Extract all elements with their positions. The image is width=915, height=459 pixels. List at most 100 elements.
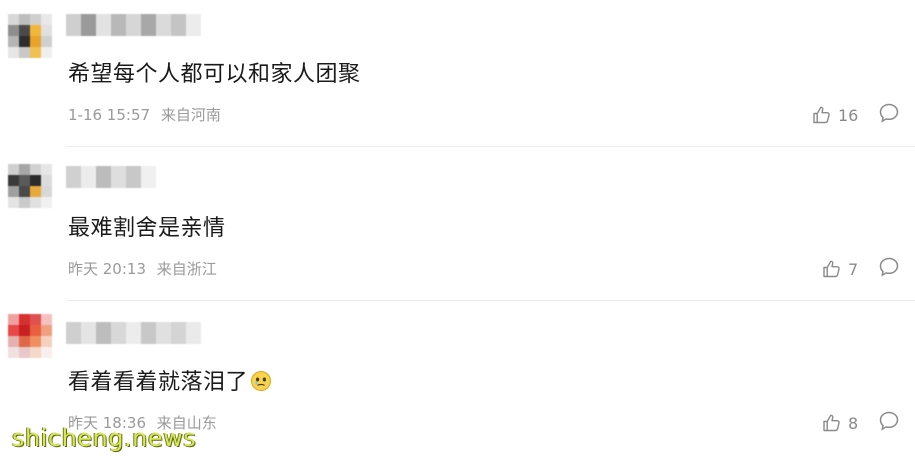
avatar-pixel	[19, 336, 30, 347]
avatar-pixel	[41, 25, 52, 36]
username-pixel	[66, 166, 81, 188]
avatar-pixel	[41, 47, 52, 58]
username-pixel	[171, 14, 186, 36]
username-pixel	[111, 166, 126, 188]
username-pixel	[111, 322, 126, 344]
avatar[interactable]	[8, 14, 52, 58]
username-pixel	[66, 322, 81, 344]
comment-bubble-icon[interactable]	[878, 102, 900, 124]
comment-text: 希望每个人都可以和家人团聚	[68, 62, 361, 87]
avatar-pixel	[8, 25, 19, 36]
comment-text-content: 看着看着就落泪了	[68, 370, 249, 395]
avatar-pixel	[19, 186, 30, 197]
avatar-pixel	[41, 197, 52, 208]
comment-bubble-icon[interactable]	[878, 256, 900, 278]
username-blurred[interactable]	[66, 166, 156, 188]
watermark: shicheng.news	[12, 424, 197, 452]
comment-item: 希望每个人都可以和家人团聚 1-16 15:57 来自河南 16	[0, 0, 915, 150]
avatar-pixel	[41, 336, 52, 347]
like-button[interactable]: 16	[812, 104, 858, 126]
username-blurred[interactable]	[66, 14, 201, 36]
avatar-pixel	[8, 36, 19, 47]
avatar[interactable]	[8, 164, 52, 208]
username-pixel	[81, 166, 96, 188]
avatar-pixel	[19, 164, 30, 175]
comment-meta: 昨天 20:13 来自浙江	[68, 258, 223, 279]
thumbs-up-icon	[823, 260, 840, 278]
avatar-pixel	[8, 314, 19, 325]
avatar-pixel	[19, 25, 30, 36]
username-pixel	[96, 14, 111, 36]
username-pixel	[141, 322, 156, 344]
username-blurred[interactable]	[66, 322, 201, 344]
avatar-pixel	[41, 36, 52, 47]
username-pixel	[126, 14, 141, 36]
avatar-pixel	[41, 325, 52, 336]
like-count: 16	[838, 105, 859, 125]
avatar-pixel	[30, 197, 41, 208]
username-pixel	[156, 322, 171, 344]
comment-date: 1-16 15:57	[68, 106, 151, 124]
avatar-pixel	[30, 25, 41, 36]
avatar-pixel	[19, 14, 30, 25]
avatar-pixel	[30, 336, 41, 347]
comment-meta: 1-16 15:57 来自河南	[68, 104, 227, 125]
avatar-pixel	[30, 347, 41, 358]
username-pixel	[186, 322, 201, 344]
avatar-pixel	[8, 164, 19, 175]
avatar-pixel	[41, 175, 52, 186]
avatar-pixel	[41, 14, 52, 25]
username-pixel	[81, 322, 96, 344]
comment-bubble-icon[interactable]	[878, 410, 900, 432]
comment-location: 来自浙江	[156, 260, 217, 278]
like-count: 8	[848, 413, 859, 433]
avatar-pixel	[41, 347, 52, 358]
avatar-pixel	[30, 175, 41, 186]
username-pixel	[141, 14, 156, 36]
comment-text: 最难割舍是亲情	[68, 216, 226, 241]
avatar-pixel	[19, 197, 30, 208]
avatar-pixel	[30, 47, 41, 58]
avatar-pixel	[8, 347, 19, 358]
username-pixel	[126, 166, 141, 188]
avatar-pixel	[19, 325, 30, 336]
username-pixel	[126, 322, 141, 344]
avatar-pixel	[30, 164, 41, 175]
avatar-pixel	[8, 197, 19, 208]
username-pixel	[141, 166, 156, 188]
avatar-pixel	[41, 314, 52, 325]
avatar-pixel	[8, 14, 19, 25]
avatar-pixel	[19, 347, 30, 358]
avatar-pixel	[19, 175, 30, 186]
like-button[interactable]: 8	[822, 412, 858, 434]
avatar-pixel	[30, 14, 41, 25]
username-pixel	[81, 14, 96, 36]
like-button[interactable]: 7	[822, 258, 858, 280]
avatar-pixel	[30, 314, 41, 325]
avatar-pixel	[8, 47, 19, 58]
avatar-pixel	[41, 186, 52, 197]
avatar-pixel	[8, 186, 19, 197]
username-pixel	[111, 14, 126, 36]
avatar[interactable]	[8, 314, 52, 358]
username-pixel	[66, 14, 81, 36]
avatar-pixel	[8, 325, 19, 336]
divider	[66, 146, 915, 147]
avatar-pixel	[30, 325, 41, 336]
username-pixel	[96, 166, 111, 188]
thumbs-up-icon	[823, 414, 840, 432]
avatar-pixel	[19, 314, 30, 325]
avatar-pixel	[19, 36, 30, 47]
comment-item: 最难割舍是亲情 昨天 20:13 来自浙江 7	[0, 154, 915, 304]
comment-text: 看着看着就落泪了	[68, 364, 272, 396]
avatar-pixel	[30, 36, 41, 47]
crying-face-icon	[251, 371, 272, 391]
like-count: 7	[848, 259, 859, 279]
username-pixel	[186, 14, 201, 36]
avatar-pixel	[30, 186, 41, 197]
avatar-pixel	[8, 175, 19, 186]
thumbs-up-icon	[813, 106, 830, 124]
username-pixel	[171, 322, 186, 344]
avatar-pixel	[19, 47, 30, 58]
username-pixel	[96, 322, 111, 344]
